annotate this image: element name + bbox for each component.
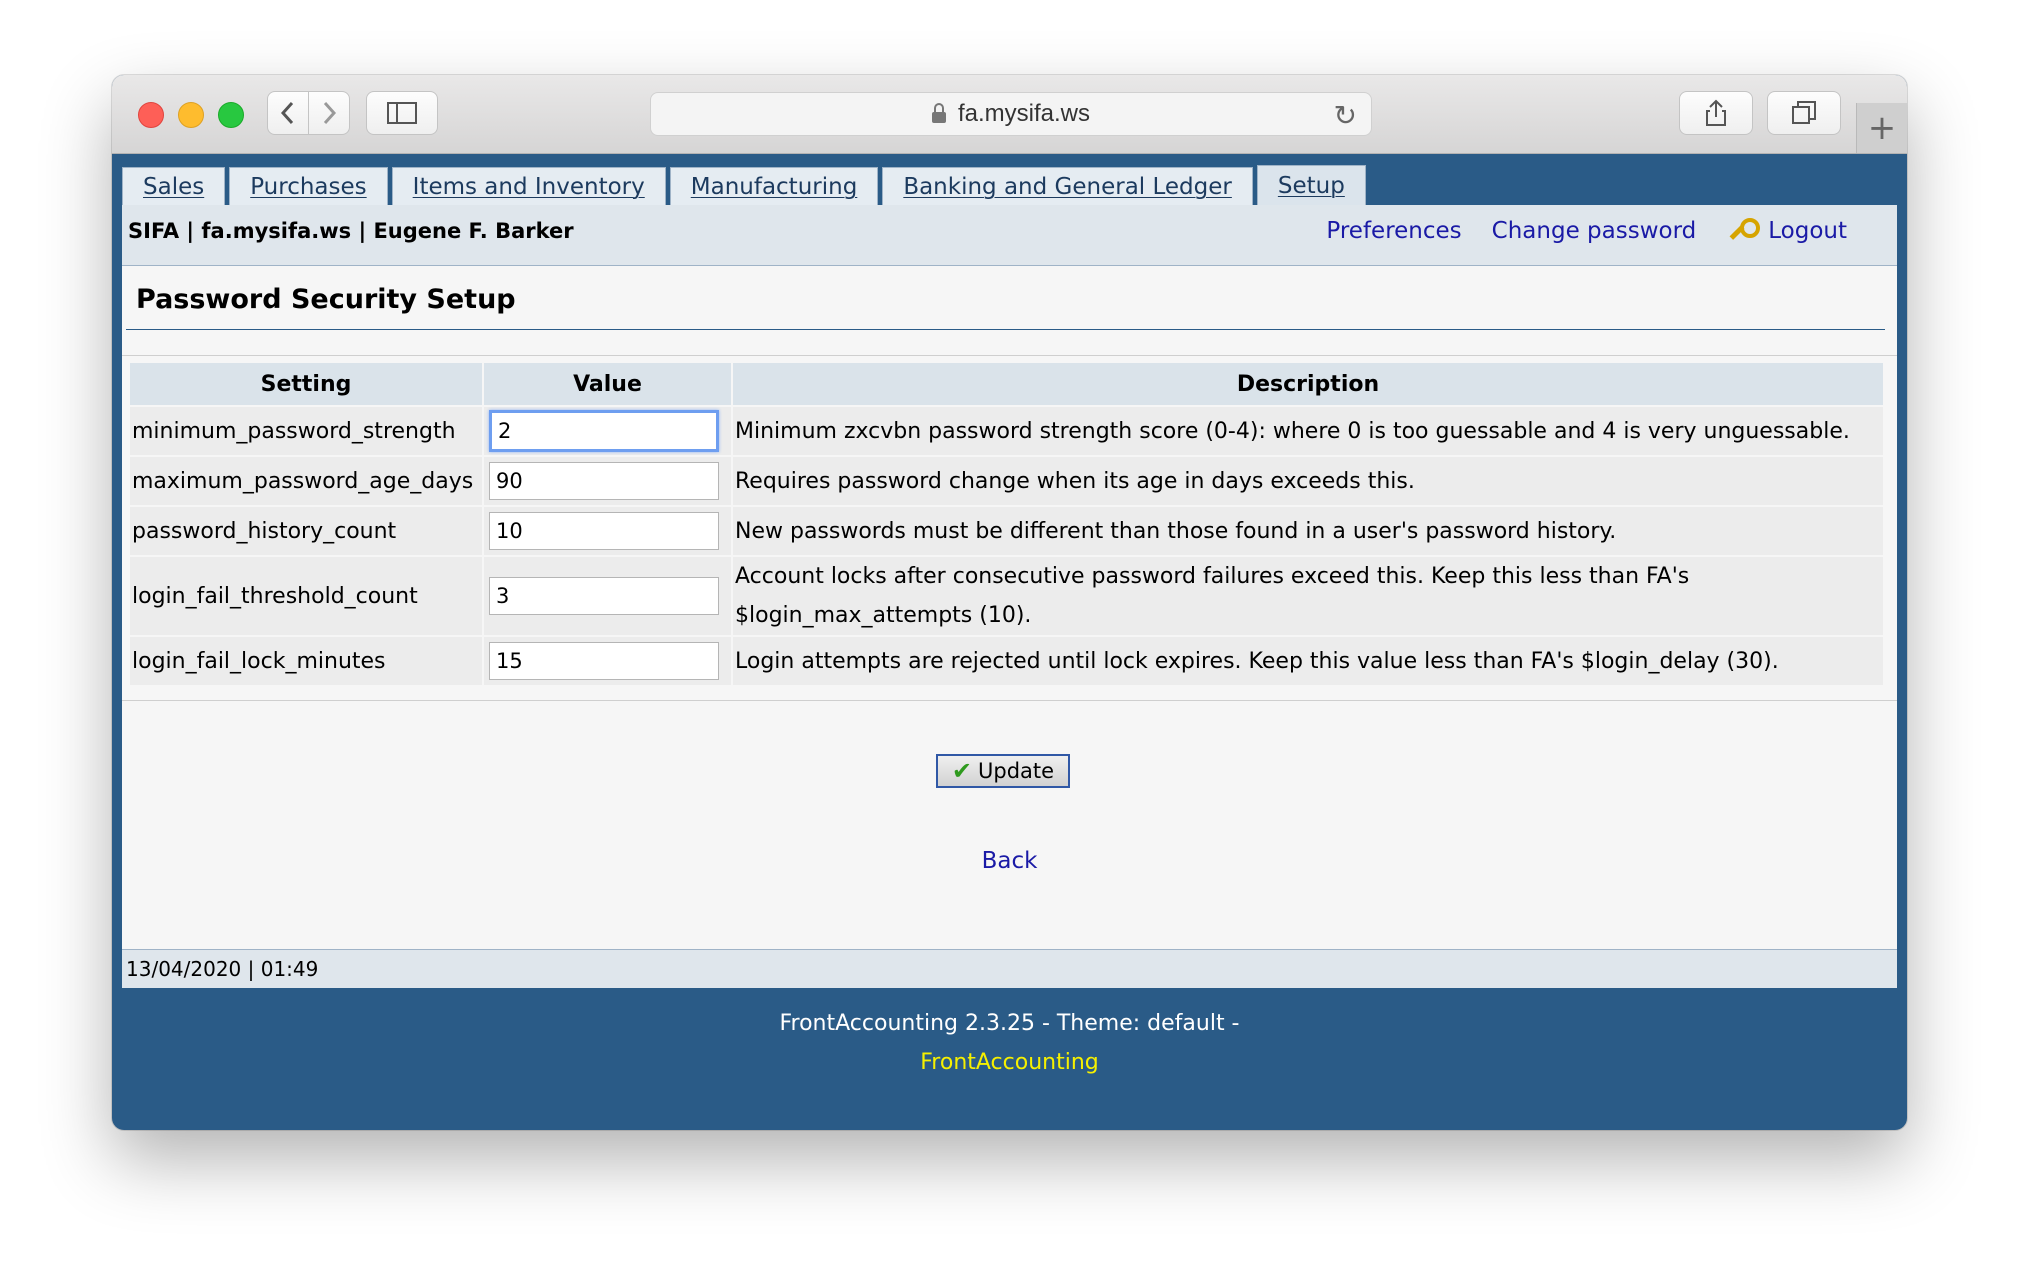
value-cell [484, 407, 731, 455]
setting-description: Login attempts are rejected until lock e… [733, 637, 1883, 685]
header-bar: SIFA | fa.mysifa.ws | Eugene F. Barker P… [122, 205, 1897, 266]
checkmark-icon: ✔ [951, 757, 973, 785]
module-tabs: Sales Purchases Items and Inventory Manu… [122, 165, 1897, 205]
chevron-right-icon [323, 101, 337, 125]
back-button[interactable] [267, 91, 309, 135]
back-link-container: Back [122, 848, 1897, 874]
url-text: fa.mysifa.ws [957, 100, 1091, 127]
minimum-password-strength-input[interactable] [489, 410, 719, 452]
settings-table: Setting Value Description minimum_passwo… [128, 361, 1885, 687]
tab-sales[interactable]: Sales [122, 167, 226, 205]
column-header-value: Value [484, 363, 731, 405]
table-row: minimum_password_strength Minimum zxcvbn… [130, 407, 1883, 455]
zoom-window-button[interactable] [218, 102, 244, 128]
page-title: Password Security Setup [136, 284, 516, 315]
table-row: password_history_count New passwords mus… [130, 507, 1883, 555]
value-cell [484, 507, 731, 555]
header-links: Preferences Change password Logout [1326, 218, 1847, 244]
maximum-password-age-days-input[interactable] [489, 462, 719, 500]
footer-version: FrontAccounting 2.3.25 - Theme: default … [779, 1011, 1240, 1036]
setting-name: login_fail_lock_minutes [130, 637, 482, 685]
tab-manufacturing[interactable]: Manufacturing [669, 167, 879, 205]
setting-description: Minimum zxcvbn password strength score (… [733, 407, 1883, 455]
update-button[interactable]: ✔ Update [936, 754, 1070, 788]
status-bar: 13/04/2020 | 01:49 [122, 949, 1897, 988]
datetime-text: 13/04/2020 | 01:49 [126, 957, 319, 981]
value-cell [484, 637, 731, 685]
setting-description: New passwords must be different than tho… [733, 507, 1883, 555]
login-fail-lock-minutes-input[interactable] [489, 642, 719, 680]
setting-name: maximum_password_age_days [130, 457, 482, 505]
divider [122, 700, 1897, 701]
sidebar-toggle-button[interactable] [366, 91, 438, 135]
sidebar-icon [387, 102, 417, 124]
plus-icon: + [1867, 108, 1897, 148]
forward-button[interactable] [308, 91, 350, 135]
column-header-description: Description [733, 363, 1883, 405]
divider [122, 355, 1897, 356]
setting-name: minimum_password_strength [130, 407, 482, 455]
tabs-icon [1792, 101, 1816, 124]
browser-window: fa.mysifa.ws ↻ + Sales Purchases Items a… [112, 75, 1907, 1130]
login-fail-threshold-count-input[interactable] [489, 577, 719, 615]
table-row: maximum_password_age_days Requires passw… [130, 457, 1883, 505]
minimize-window-button[interactable] [178, 102, 204, 128]
column-header-setting: Setting [130, 363, 482, 405]
new-tab-button[interactable]: + [1856, 103, 1907, 153]
main-page: Password Security Setup Setting Value De… [122, 266, 1897, 949]
tab-setup[interactable]: Setup [1256, 165, 1366, 205]
share-icon [1706, 99, 1726, 126]
logout-link[interactable]: Logout [1726, 218, 1847, 244]
back-link[interactable]: Back [982, 848, 1038, 874]
lock-icon [931, 102, 946, 123]
setting-description: Account locks after consecutive password… [733, 557, 1883, 635]
preferences-link[interactable]: Preferences [1326, 218, 1461, 244]
footer: FrontAccounting 2.3.25 - Theme: default … [122, 988, 1897, 1080]
setting-name: password_history_count [130, 507, 482, 555]
password-history-count-input[interactable] [489, 512, 719, 550]
tabs-overview-button[interactable] [1767, 91, 1841, 135]
tab-purchases[interactable]: Purchases [229, 167, 388, 205]
table-row: login_fail_lock_minutes Login attempts a… [130, 637, 1883, 685]
divider [126, 329, 1885, 330]
setting-description: Requires password change when its age in… [733, 457, 1883, 505]
reload-icon[interactable]: ↻ [1334, 99, 1357, 132]
share-button[interactable] [1679, 91, 1753, 135]
value-cell [484, 457, 731, 505]
setting-name: login_fail_threshold_count [130, 557, 482, 635]
table-header-row: Setting Value Description [130, 363, 1883, 405]
logout-label: Logout [1768, 218, 1847, 244]
browser-toolbar: fa.mysifa.ws ↻ + [112, 75, 1907, 154]
address-bar[interactable]: fa.mysifa.ws ↻ [650, 92, 1372, 136]
update-label: Update [978, 759, 1055, 783]
key-icon [1726, 218, 1761, 244]
app-content: Sales Purchases Items and Inventory Manu… [122, 165, 1897, 1080]
value-cell [484, 557, 731, 635]
chevron-left-icon [280, 101, 294, 125]
tab-items-and-inventory[interactable]: Items and Inventory [391, 167, 666, 205]
change-password-link[interactable]: Change password [1492, 218, 1697, 244]
company-info: SIFA | fa.mysifa.ws | Eugene F. Barker [128, 219, 574, 243]
table-row: login_fail_threshold_count Account locks… [130, 557, 1883, 635]
tab-banking-and-general-ledger[interactable]: Banking and General Ledger [882, 167, 1253, 205]
footer-brand-link[interactable]: FrontAccounting [122, 1046, 1897, 1080]
close-window-button[interactable] [138, 102, 164, 128]
